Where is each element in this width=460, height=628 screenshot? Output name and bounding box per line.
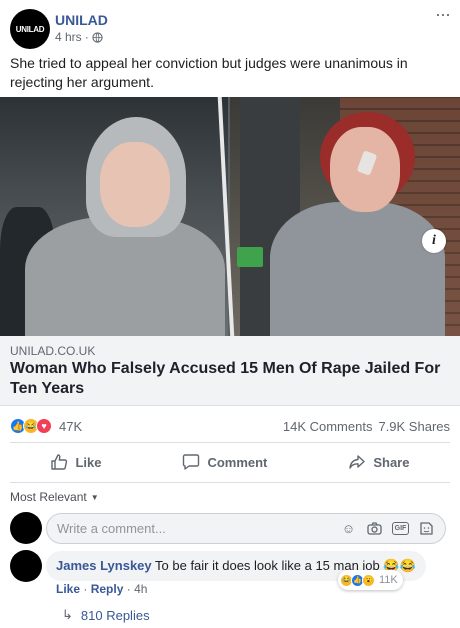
comment-like-link[interactable]: Like bbox=[56, 582, 80, 596]
comment-sort-dropdown[interactable]: Most Relevant ▼ bbox=[10, 490, 99, 504]
comment-input[interactable] bbox=[57, 521, 327, 536]
gif-icon[interactable]: GIF bbox=[392, 522, 409, 535]
link-title[interactable]: Woman Who Falsely Accused 15 Men Of Rape… bbox=[10, 359, 450, 399]
comment-reaction-count: 11K bbox=[379, 574, 398, 586]
like-button[interactable]: Like bbox=[50, 453, 101, 471]
comment-label: Comment bbox=[207, 454, 268, 470]
share-label: Share bbox=[373, 454, 410, 470]
composer-icons: ☺ GIF bbox=[340, 520, 435, 537]
post: UNILAD UNILAD 4 hrs · ··· She tried to a… bbox=[0, 0, 460, 628]
more-options-icon[interactable]: ··· bbox=[435, 5, 451, 23]
link-preview[interactable]: UNILAD.CO.UK Woman Who Falsely Accused 1… bbox=[0, 336, 460, 406]
commenter-avatar[interactable] bbox=[10, 550, 42, 582]
link-domain: UNILAD.CO.UK bbox=[10, 344, 96, 358]
current-user-avatar[interactable] bbox=[10, 512, 42, 544]
emoji-icon[interactable]: ☺ bbox=[340, 520, 357, 537]
camera-icon[interactable] bbox=[366, 520, 383, 537]
replies-label: 810 Replies bbox=[80, 607, 150, 623]
post-header: UNILAD UNILAD 4 hrs · ··· bbox=[10, 5, 451, 49]
page-avatar[interactable]: UNILAD bbox=[10, 9, 50, 49]
post-meta: 4 hrs · bbox=[55, 30, 103, 44]
post-time[interactable]: 4 hrs bbox=[55, 30, 82, 44]
shares-count[interactable]: 7.9K Shares bbox=[378, 419, 450, 434]
action-bar: Like Comment Share bbox=[10, 446, 450, 478]
wow-reaction-icon: 😮 bbox=[362, 573, 375, 587]
photo-woman-left-face bbox=[100, 142, 170, 227]
comment-button[interactable]: Comment bbox=[182, 453, 267, 471]
comment-reactions[interactable]: 😂 👍 😮 11K bbox=[338, 570, 403, 590]
globe-icon bbox=[92, 31, 103, 43]
comment-dot: · bbox=[126, 582, 131, 596]
reply-arrow-icon: ↳ bbox=[62, 607, 73, 622]
engagement-counts: 14K Comments 7.9K Shares bbox=[283, 419, 450, 434]
like-icon bbox=[51, 454, 68, 470]
sticker-icon[interactable] bbox=[418, 520, 435, 537]
love-reaction-icon: ♥ bbox=[36, 418, 52, 434]
comment-time[interactable]: 4h bbox=[134, 582, 147, 596]
page-name-link[interactable]: UNILAD bbox=[55, 12, 108, 28]
reaction-icons[interactable]: 👍 😂 ♥ bbox=[10, 418, 52, 434]
post-photo[interactable] bbox=[0, 97, 460, 336]
comment-actions: Like · Reply · 4h bbox=[56, 582, 147, 596]
share-icon bbox=[349, 455, 366, 469]
divider bbox=[10, 482, 450, 483]
avatar-logo-text: UNILAD bbox=[15, 24, 45, 34]
photo-woman-right-body bbox=[270, 202, 445, 336]
sort-label: Most Relevant bbox=[10, 490, 87, 504]
meta-separator: · bbox=[84, 30, 89, 44]
view-replies-link[interactable]: ↳ 810 Replies bbox=[62, 607, 150, 623]
comment-dot: · bbox=[83, 582, 88, 596]
like-label: Like bbox=[75, 454, 102, 470]
comment-reply-link[interactable]: Reply bbox=[91, 582, 124, 596]
reaction-count[interactable]: 47K bbox=[59, 419, 82, 434]
share-button[interactable]: Share bbox=[348, 453, 409, 471]
post-caption: She tried to appeal her conviction but j… bbox=[10, 55, 408, 90]
divider bbox=[10, 442, 450, 443]
chevron-down-icon: ▼ bbox=[90, 492, 99, 502]
info-icon[interactable]: i bbox=[422, 229, 446, 253]
comment-composer[interactable]: ☺ GIF bbox=[46, 513, 446, 544]
comment-author[interactable]: James Lynskey bbox=[56, 558, 152, 573]
comments-count[interactable]: 14K Comments bbox=[283, 419, 373, 434]
comment-icon bbox=[183, 454, 200, 470]
photo-green-sign bbox=[237, 247, 263, 267]
reactions-row: 👍 😂 ♥ 47K 14K Comments 7.9K Shares bbox=[10, 416, 450, 436]
